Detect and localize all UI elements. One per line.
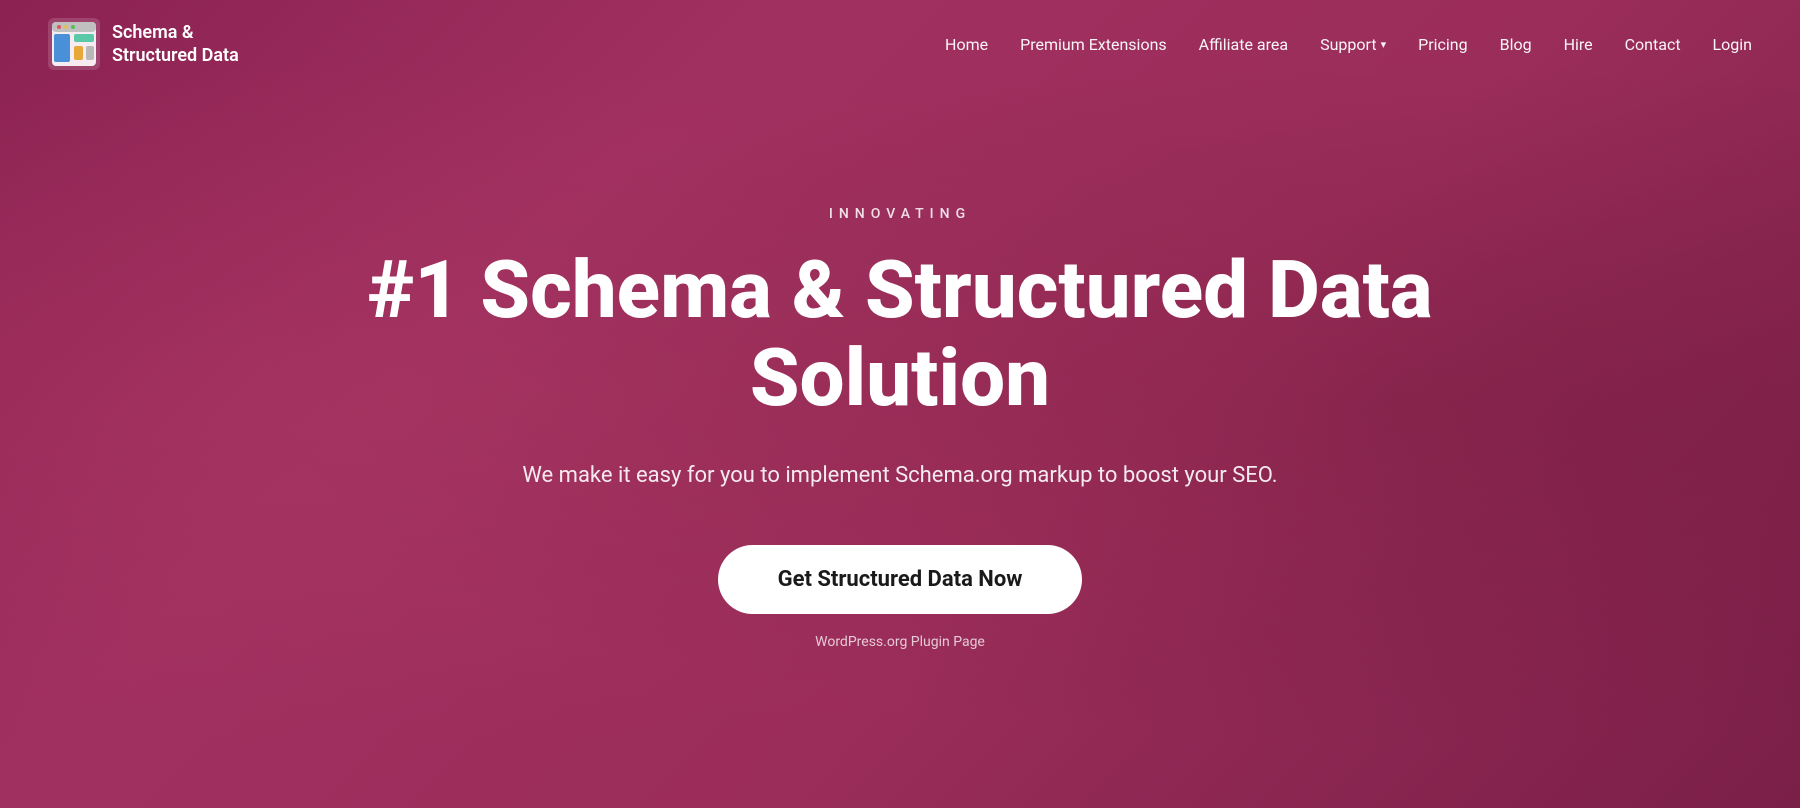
cta-button[interactable]: Get Structured Data Now	[718, 545, 1083, 614]
wordpress-plugin-link[interactable]: WordPress.org Plugin Page	[815, 634, 985, 650]
hero-title: #1 Schema & Structured Data Solution	[300, 246, 1500, 422]
hero-eyebrow: INNOVATING	[829, 206, 971, 222]
hero-content: INNOVATING #1 Schema & Structured Data S…	[0, 48, 1800, 808]
hero-subtitle: We make it easy for you to implement Sch…	[522, 458, 1277, 493]
hero-section: Schema & Structured Data Home Premium Ex…	[0, 0, 1800, 808]
